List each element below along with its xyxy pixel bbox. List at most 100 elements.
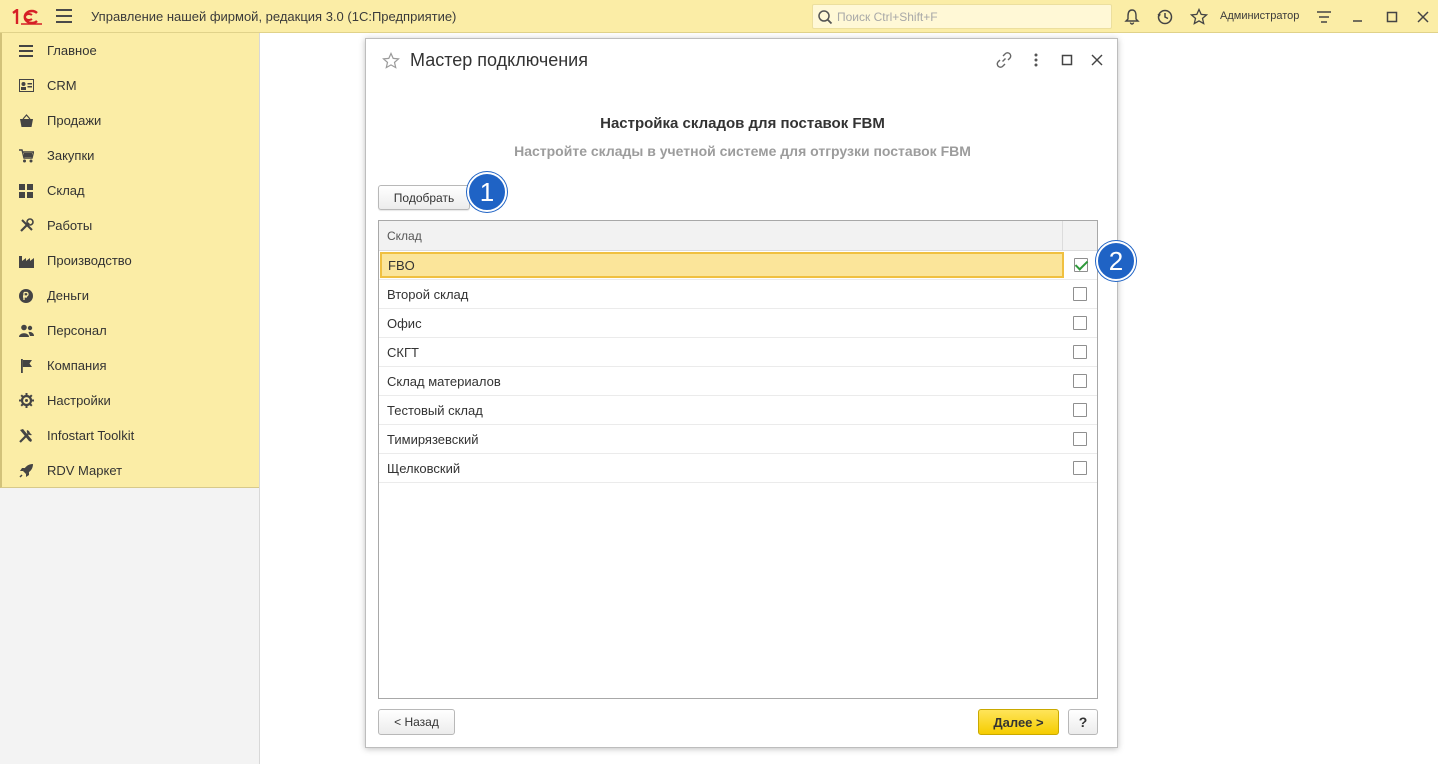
people-icon xyxy=(18,323,34,339)
sidebar-item-personnel[interactable]: Персонал xyxy=(2,313,259,348)
sidebar-item-money[interactable]: Деньги xyxy=(2,278,259,313)
more-options-icon[interactable] xyxy=(1027,51,1045,69)
sidebar-item-works[interactable]: Работы xyxy=(2,208,259,243)
top-bar: Управление нашей фирмой, редакция 3.0 (1… xyxy=(0,0,1438,33)
row-checkbox[interactable] xyxy=(1073,287,1087,301)
warehouse-grid-icon xyxy=(18,183,34,199)
bell-icon[interactable] xyxy=(1123,8,1141,26)
sidebar-item-main[interactable]: Главное xyxy=(2,33,259,68)
sidebar-item-production[interactable]: Производство xyxy=(2,243,259,278)
warehouse-name[interactable]: FBO xyxy=(380,252,1064,278)
sidebar-menu: Главное CRM Продажи Закупки Склад Работы… xyxy=(0,33,259,488)
step-badge-2: 2 xyxy=(1096,241,1136,281)
favorite-star-icon[interactable] xyxy=(382,52,400,70)
dialog-maximize-icon[interactable] xyxy=(1058,51,1076,69)
wizard-heading: Настройка складов для поставок FBM xyxy=(600,115,885,132)
table-row[interactable]: FBO xyxy=(379,251,1097,280)
link-icon[interactable] xyxy=(995,51,1013,69)
favorites-star-icon[interactable] xyxy=(1190,8,1208,26)
row-checkbox[interactable] xyxy=(1073,403,1087,417)
sidebar-item-label: Компания xyxy=(47,358,107,373)
sidebar-item-label: Главное xyxy=(47,43,97,58)
warehouse-name[interactable]: Тестовый склад xyxy=(379,396,1063,424)
sidebar-item-crm[interactable]: CRM xyxy=(2,68,259,103)
pick-button[interactable]: Подобрать xyxy=(378,185,470,210)
app-logo[interactable] xyxy=(11,8,43,26)
dialog-title: Мастер подключения xyxy=(410,50,588,70)
minimize-icon[interactable] xyxy=(1349,8,1367,26)
flag-icon xyxy=(18,358,34,374)
onec-logo-icon xyxy=(12,9,42,25)
close-icon[interactable] xyxy=(1414,8,1432,26)
wrench-icon xyxy=(18,428,34,444)
sidebar-item-label: Настройки xyxy=(47,393,111,408)
sidebar-item-purchases[interactable]: Закупки xyxy=(2,138,259,173)
sidebar-item-label: Infostart Toolkit xyxy=(47,428,135,443)
tools-icon xyxy=(18,218,34,234)
sidebar-item-label: Деньги xyxy=(47,288,89,303)
sidebar-item-label: Закупки xyxy=(47,148,95,163)
maximize-icon[interactable] xyxy=(1383,8,1401,26)
back-button[interactable]: < Назад xyxy=(378,709,455,735)
search-icon xyxy=(818,9,833,24)
sidebar-item-label: RDV Маркет xyxy=(47,463,123,478)
next-button[interactable]: Далее > xyxy=(978,709,1059,735)
table-header: Склад xyxy=(379,221,1097,251)
warehouse-name[interactable]: Второй склад xyxy=(379,280,1063,308)
table-row[interactable]: Офис xyxy=(379,309,1097,338)
cart-icon xyxy=(18,148,34,164)
table-row[interactable]: Второй склад xyxy=(379,280,1097,309)
connection-wizard-dialog: Мастер подключения Настройка складов для… xyxy=(365,38,1136,748)
warehouse-table: Склад FBO Второй склад Офис СКГТ Склад м… xyxy=(378,220,1098,699)
wizard-subheading: Настройте склады в учетной системе для о… xyxy=(514,143,971,159)
warehouse-name[interactable]: СКГТ xyxy=(379,338,1063,366)
row-checkbox[interactable] xyxy=(1073,432,1087,446)
help-button[interactable]: ? xyxy=(1068,709,1098,735)
row-checkbox[interactable] xyxy=(1073,258,1088,272)
warehouse-name[interactable]: Щелковский xyxy=(379,454,1063,482)
basket-icon xyxy=(18,113,34,129)
sidebar-item-infostart-toolkit[interactable]: Infostart Toolkit xyxy=(2,418,259,453)
table-row[interactable]: Тестовый склад xyxy=(379,396,1097,425)
row-checkbox[interactable] xyxy=(1073,374,1087,388)
sidebar-item-settings[interactable]: Настройки xyxy=(2,383,259,418)
sidebar-item-warehouse[interactable]: Склад xyxy=(2,173,259,208)
user-name[interactable]: Администратор xyxy=(1220,10,1299,22)
sidebar-item-label: Работы xyxy=(47,218,93,233)
row-checkbox[interactable] xyxy=(1073,345,1087,359)
contact-card-icon xyxy=(18,78,34,94)
warehouse-name[interactable]: Склад материалов xyxy=(379,367,1063,395)
settings-lines-icon[interactable] xyxy=(1315,8,1333,26)
dialog-close-icon[interactable] xyxy=(1088,51,1106,69)
list-icon xyxy=(18,43,34,59)
ruble-icon xyxy=(18,288,34,304)
step-badge-1: 1 xyxy=(467,172,507,212)
search-input[interactable] xyxy=(837,9,1097,24)
row-checkbox[interactable] xyxy=(1073,461,1087,475)
menu-burger-icon[interactable] xyxy=(56,9,72,23)
column-header-warehouse[interactable]: Склад xyxy=(379,221,1063,250)
table-row[interactable]: Щелковский xyxy=(379,454,1097,483)
sidebar-item-label: Производство xyxy=(47,253,132,268)
factory-icon xyxy=(18,253,34,269)
search-box[interactable] xyxy=(812,4,1112,29)
app-title: Управление нашей фирмой, редакция 3.0 (1… xyxy=(91,9,457,24)
history-icon[interactable] xyxy=(1156,8,1174,26)
rocket-icon xyxy=(18,463,34,479)
sidebar-item-label: Склад xyxy=(47,183,85,198)
warehouse-name[interactable]: Офис xyxy=(379,309,1063,337)
sidebar-item-rdv-market[interactable]: RDV Маркет xyxy=(2,453,259,488)
sidebar-item-label: Персонал xyxy=(47,323,107,338)
sidebar-item-label: CRM xyxy=(47,78,77,93)
table-row[interactable]: Тимирязевский xyxy=(379,425,1097,454)
sidebar-item-company[interactable]: Компания xyxy=(2,348,259,383)
sidebar: Главное CRM Продажи Закупки Склад Работы… xyxy=(0,33,260,764)
table-row[interactable]: СКГТ xyxy=(379,338,1097,367)
gear-icon xyxy=(18,393,34,409)
column-header-check[interactable] xyxy=(1063,221,1097,250)
sidebar-item-label: Продажи xyxy=(47,113,102,128)
sidebar-item-sales[interactable]: Продажи xyxy=(2,103,259,138)
warehouse-name[interactable]: Тимирязевский xyxy=(379,425,1063,453)
row-checkbox[interactable] xyxy=(1073,316,1087,330)
table-row[interactable]: Склад материалов xyxy=(379,367,1097,396)
